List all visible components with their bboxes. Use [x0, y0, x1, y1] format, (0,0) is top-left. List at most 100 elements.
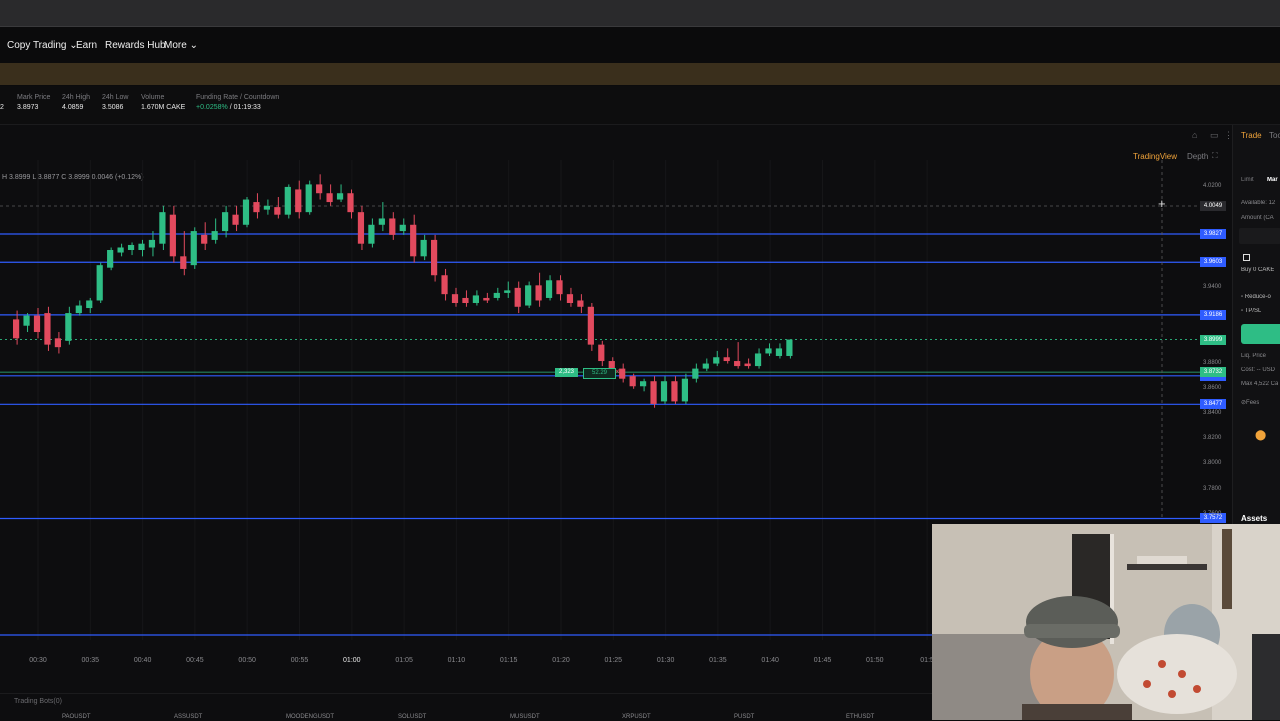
candle-body — [75, 305, 82, 314]
bottom-ticker-item[interactable]: ASSUSDT — [174, 714, 202, 720]
nav-copy-trading[interactable]: Copy Trading ⌄ — [7, 40, 78, 51]
candle-body — [399, 224, 406, 232]
buy-long-button[interactable] — [1241, 324, 1280, 344]
candle-body — [368, 224, 375, 244]
candle-body — [263, 205, 270, 210]
bottom-ticker-item[interactable]: PAOUSDT — [62, 714, 91, 720]
candle-body — [44, 313, 51, 345]
order-type-market[interactable]: Mar — [1267, 177, 1278, 183]
candle-body — [451, 294, 459, 303]
candle-body — [54, 338, 61, 348]
candle-body — [598, 344, 605, 362]
candle-body — [420, 239, 427, 257]
announcement-band — [0, 63, 1280, 85]
candle-body — [410, 224, 417, 257]
candle-body — [222, 212, 229, 232]
candle-body — [13, 319, 20, 339]
volume-label: Volume — [141, 94, 165, 101]
candle-body — [514, 287, 521, 307]
candle-body — [201, 234, 208, 244]
candle-body — [65, 313, 72, 341]
window-icon[interactable]: ▭ — [1210, 130, 1219, 141]
mark-price-value: 3.8973 — [17, 104, 39, 111]
amount-input[interactable] — [1239, 228, 1280, 244]
candle-body — [117, 247, 124, 253]
tab-tools[interactable]: Too — [1269, 131, 1280, 140]
candle-body — [504, 290, 511, 293]
bottom-ticker-item[interactable]: ETHUSDT — [846, 714, 874, 720]
candle-body — [535, 285, 542, 301]
candle-body — [159, 212, 166, 244]
bottom-ticker-item[interactable]: MUSUSDT — [510, 714, 540, 720]
candle-body — [316, 184, 323, 194]
ticker-prefix: 2 — [0, 104, 4, 111]
amount-label: Amount (CA — [1241, 215, 1274, 221]
candle-body — [389, 218, 396, 235]
candle-body — [462, 297, 469, 303]
checkbox-icon: ▫ — [1241, 308, 1244, 314]
candle-body — [577, 300, 584, 307]
bottom-ticker-item[interactable]: SOLUSDT — [398, 714, 426, 720]
fees-link[interactable]: ⊘Fees — [1241, 399, 1259, 406]
candle-body — [169, 214, 176, 257]
candle-body — [556, 280, 563, 295]
candle-body — [493, 292, 500, 298]
high-label: 24h High — [62, 94, 91, 101]
reduce-only-checkbox[interactable]: ▫ Reduce-o — [1241, 294, 1271, 300]
candle-body — [441, 275, 448, 295]
webcam-image — [932, 524, 1280, 720]
trading-bots-tab[interactable]: Trading Bots(0) — [14, 698, 62, 705]
candle-body — [336, 193, 344, 200]
candle-body — [660, 381, 668, 402]
candle-body — [786, 339, 793, 356]
candle-body — [681, 378, 688, 402]
reward-icon[interactable]: ⬤ — [1255, 430, 1266, 441]
max-label: Max 4,522 Ca — [1241, 381, 1279, 387]
candle-body — [357, 212, 365, 244]
order-type-limit[interactable]: Limit — [1241, 177, 1254, 183]
candle-body — [775, 348, 783, 356]
tab-trade[interactable]: Trade — [1241, 131, 1262, 140]
candle-body — [295, 189, 302, 213]
candle-body — [232, 214, 239, 225]
candle-body — [608, 361, 615, 370]
browser-top-bar — [0, 0, 1280, 27]
candle-body — [138, 243, 145, 251]
candle-body — [86, 300, 93, 309]
candle-body — [378, 218, 385, 225]
candle-body — [525, 285, 532, 306]
available-balance: Available: 12 — [1241, 200, 1276, 206]
candle-body — [180, 256, 187, 269]
candle-body — [713, 357, 720, 364]
nav-copy-trading-label: Copy Trading — [7, 40, 67, 51]
nav-rewards-hub[interactable]: Rewards Hub — [105, 40, 166, 51]
fees-label: Fees — [1246, 400, 1260, 406]
funding-label: Funding Rate / Countdown — [196, 94, 280, 101]
funding-countdown: / 01:19:33 — [229, 104, 261, 111]
cost-label: Cost: -- USD — [1241, 367, 1276, 373]
bottom-ticker-item[interactable]: PUSDT — [734, 714, 754, 720]
candle-body — [190, 231, 197, 266]
bottom-ticker-item[interactable]: MOODENGUSDT — [286, 714, 334, 720]
tpsl-checkbox[interactable]: ▫ TP/SL — [1241, 308, 1261, 314]
bottom-ticker-item[interactable]: XRPUSDT — [622, 714, 651, 720]
nav-earn[interactable]: Earn — [76, 40, 97, 51]
candle-body — [702, 363, 709, 369]
candle-body — [107, 250, 114, 268]
candle-body — [650, 381, 657, 404]
webcam-overlay — [932, 524, 1280, 720]
candle-body — [148, 239, 156, 248]
bottom-status-bar — [0, 693, 932, 721]
candle-body — [765, 348, 772, 354]
candle-body — [274, 207, 281, 215]
candle-body — [253, 202, 260, 213]
bell-icon[interactable]: ⌂ — [1192, 130, 1197, 140]
slider-handle[interactable] — [1243, 254, 1250, 261]
candle-body — [619, 368, 626, 379]
high-value: 4.0859 — [62, 104, 84, 111]
liq-price-label: Liq. Price — [1241, 353, 1267, 359]
nav-more[interactable]: More ⌄ — [164, 40, 198, 51]
candle-body — [33, 315, 41, 333]
ticker-bar: 2 Mark Price 3.8973 24h High 4.0859 24h … — [0, 86, 1280, 125]
low-value: 3.5086 — [102, 104, 124, 111]
